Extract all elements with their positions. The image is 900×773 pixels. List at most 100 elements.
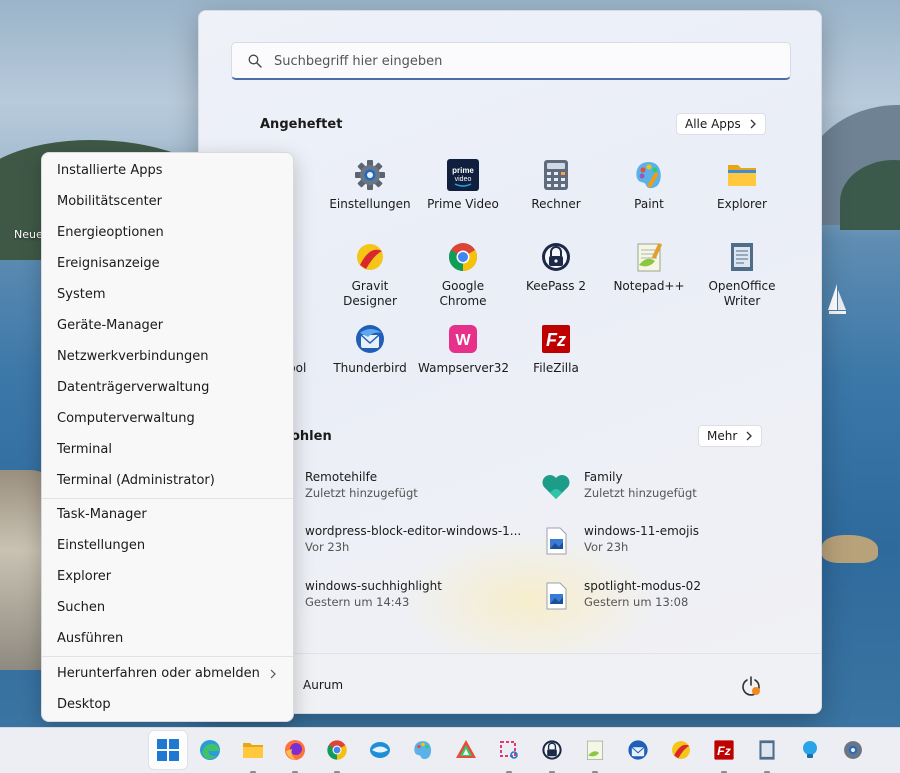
menu-item-search[interactable]: Suchen bbox=[46, 594, 291, 622]
prime-video-icon: prime video bbox=[447, 159, 479, 191]
recommended-item-meta: Zuletzt hinzugefügt bbox=[305, 486, 418, 500]
menu-item-device-manager[interactable]: Geräte-Manager bbox=[46, 312, 291, 340]
app-label: KeePass 2 bbox=[525, 279, 587, 293]
menu-item-event-viewer[interactable]: Ereignisanzeige bbox=[46, 250, 291, 278]
taskbar-paint[interactable] bbox=[404, 731, 442, 769]
pinned-app-thunderbird[interactable]: Thunderbird bbox=[325, 323, 415, 395]
taskbar-gravit[interactable] bbox=[447, 731, 485, 769]
svg-text:prime: prime bbox=[452, 166, 474, 175]
app-label: Einstellungen bbox=[329, 197, 411, 211]
wampserver-icon: W bbox=[449, 325, 477, 353]
taskbar-gravit-designer[interactable] bbox=[662, 731, 700, 769]
pinned-app-filezilla[interactable]: Fz FileZilla bbox=[511, 323, 601, 395]
recommended-item-meta: Gestern um 14:43 bbox=[305, 595, 410, 609]
recommended-item[interactable]: windows-11-emojis Vor 23h bbox=[540, 521, 780, 561]
recommended-item[interactable]: Family Zuletzt hinzugefügt bbox=[540, 467, 780, 507]
menu-item-settings[interactable]: Einstellungen bbox=[46, 532, 291, 560]
recommended-item[interactable]: windows-suchhighlight Gestern um 14:43 bbox=[261, 576, 501, 616]
keepass-icon bbox=[542, 243, 570, 271]
openoffice-writer-icon bbox=[731, 243, 753, 271]
search-icon bbox=[248, 54, 262, 68]
app-label: Rechner bbox=[531, 197, 581, 211]
taskbar-chrome[interactable] bbox=[318, 731, 356, 773]
menu-item-explorer[interactable]: Explorer bbox=[46, 563, 291, 591]
pinned-app-gravit-designer[interactable]: Gravit Designer bbox=[325, 241, 415, 313]
taskbar-keepass[interactable] bbox=[533, 731, 571, 773]
family-heart-icon bbox=[542, 475, 570, 499]
menu-item-system[interactable]: System bbox=[46, 281, 291, 309]
gear-icon bbox=[355, 160, 385, 190]
menu-item-desktop[interactable]: Desktop bbox=[46, 691, 291, 719]
user-name[interactable]: Aurum bbox=[303, 678, 343, 692]
pinned-app-keepass[interactable]: KeePass 2 bbox=[511, 241, 601, 313]
pinned-app-wampserver[interactable]: W Wampserver32 bbox=[418, 323, 510, 395]
menu-item-network-connections[interactable]: Netzwerkverbindungen bbox=[46, 343, 291, 371]
power-icon[interactable] bbox=[739, 674, 763, 698]
pinned-app-chrome[interactable]: Google Chrome bbox=[418, 241, 508, 313]
taskbar-firefox[interactable] bbox=[276, 731, 314, 773]
chevron-right-icon bbox=[270, 669, 276, 679]
recommended-item[interactable]: Remotehilfe Zuletzt hinzugefügt bbox=[261, 467, 501, 507]
pinned-section-title: Angeheftet bbox=[260, 117, 343, 132]
menu-item-power-options[interactable]: Energieoptionen bbox=[46, 219, 291, 247]
app-label: Notepad++ bbox=[613, 279, 685, 293]
app-label: Explorer bbox=[717, 197, 767, 211]
gravit-designer-icon bbox=[672, 741, 690, 759]
image-file-icon bbox=[546, 527, 567, 555]
svg-text:Fz: Fz bbox=[546, 330, 566, 350]
menu-item-disk-management[interactable]: Datenträgerverwaltung bbox=[46, 374, 291, 402]
pinned-app-notepad-plus-plus[interactable]: Notepad++ bbox=[604, 241, 694, 313]
gravit-designer-icon bbox=[357, 244, 383, 270]
recommended-item-name: windows-suchhighlight bbox=[305, 579, 442, 593]
taskbar-thunderbird[interactable] bbox=[361, 731, 399, 769]
app-label: Gravit Designer bbox=[343, 279, 397, 308]
gravit-icon bbox=[456, 740, 476, 758]
all-apps-button[interactable]: Alle Apps bbox=[676, 113, 766, 135]
app-label: Paint bbox=[634, 197, 664, 211]
calculator-icon bbox=[544, 160, 568, 190]
chevron-right-icon bbox=[750, 119, 756, 129]
search-box[interactable] bbox=[231, 42, 791, 80]
app-label: Wampserver32 bbox=[418, 361, 510, 375]
desktop-folder-shortcut[interactable]: Neue bbox=[14, 196, 58, 244]
menu-item-run[interactable]: Ausführen bbox=[46, 625, 291, 653]
paint-icon bbox=[636, 162, 661, 189]
menu-item-shutdown-signout[interactable]: Herunterfahren oder abmelden bbox=[46, 660, 291, 688]
more-button[interactable]: Mehr bbox=[698, 425, 763, 447]
pinned-app-prime-video[interactable]: prime video Prime Video bbox=[418, 159, 508, 231]
search-input[interactable] bbox=[274, 51, 774, 71]
menu-item-label: Herunterfahren oder abmelden bbox=[57, 666, 260, 681]
pinned-app-paint[interactable]: Paint bbox=[604, 159, 694, 231]
pinned-app-openoffice-writer[interactable]: OpenOffice Writer bbox=[697, 241, 787, 313]
menu-item-installed-apps[interactable]: Installierte Apps bbox=[46, 157, 291, 185]
taskbar-openoffice-writer[interactable] bbox=[748, 731, 786, 773]
taskbar-filezilla[interactable]: Fz bbox=[705, 731, 743, 773]
pinned-app-calculator[interactable]: Rechner bbox=[511, 159, 601, 231]
taskbar-thunderbird-alt[interactable] bbox=[619, 731, 657, 769]
recommended-item[interactable]: wordpress-block-editor-windows-1... Vor … bbox=[261, 521, 531, 561]
thunderbird-alt-icon bbox=[628, 740, 648, 760]
taskbar-edge[interactable] bbox=[191, 731, 229, 769]
taskbar-notepad-plus-plus[interactable] bbox=[576, 731, 614, 773]
menu-item-terminal[interactable]: Terminal bbox=[46, 436, 291, 464]
chrome-icon bbox=[327, 740, 347, 760]
pinned-app-settings[interactable]: Einstellungen bbox=[325, 159, 415, 231]
chrome-icon bbox=[449, 243, 477, 271]
menu-item-mobility-center[interactable]: Mobilitätscenter bbox=[46, 188, 291, 216]
start-button[interactable] bbox=[149, 731, 187, 769]
taskbar-snipping-tool[interactable] bbox=[490, 731, 528, 773]
menu-item-computer-management[interactable]: Computerverwaltung bbox=[46, 405, 291, 433]
pinned-app-explorer[interactable]: Explorer bbox=[697, 159, 787, 231]
taskbar-tips[interactable] bbox=[791, 731, 829, 769]
taskbar-settings[interactable] bbox=[834, 731, 872, 769]
app-label: Prime Video bbox=[427, 197, 499, 211]
snipping-tool-icon bbox=[500, 741, 518, 759]
image-file-icon bbox=[546, 582, 567, 610]
chevron-right-icon bbox=[746, 431, 753, 441]
taskbar-file-explorer[interactable] bbox=[234, 731, 272, 773]
menu-item-task-manager[interactable]: Task-Manager bbox=[46, 501, 291, 529]
recommended-item[interactable]: spotlight-modus-02 Gestern um 13:08 bbox=[540, 576, 780, 616]
app-label: FileZilla bbox=[533, 361, 579, 375]
svg-text:video: video bbox=[455, 176, 472, 183]
menu-item-terminal-admin[interactable]: Terminal (Administrator) bbox=[46, 467, 291, 495]
